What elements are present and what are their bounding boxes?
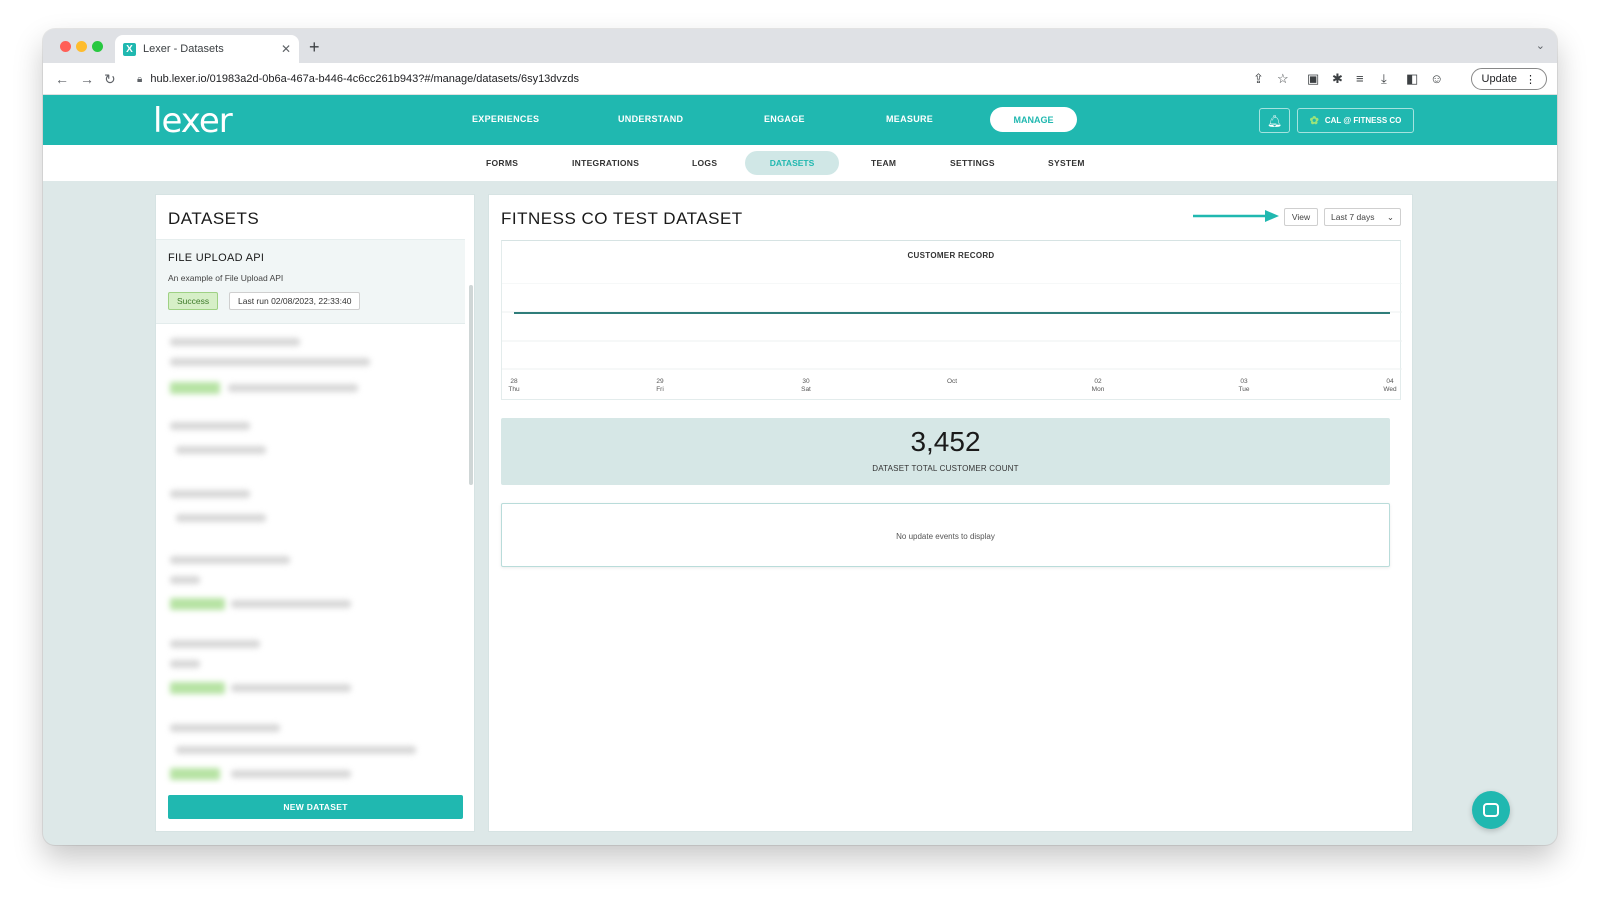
manage-sub-nav: FORMS INTEGRATIONS LOGS DATASETS TEAM SE… xyxy=(43,145,1557,181)
x-tick-label: 03 xyxy=(1240,378,1248,385)
bookmark-star-icon[interactable]: ☆ xyxy=(1277,71,1289,87)
close-window-button[interactable] xyxy=(60,41,71,52)
account-button[interactable]: ✿ CAL @ FITNESS CO xyxy=(1297,108,1414,133)
no-events-message: No update events to display xyxy=(896,532,995,541)
dataset-list-item[interactable] xyxy=(156,332,465,412)
subnav-forms[interactable]: FORMS xyxy=(486,158,518,168)
date-range-select[interactable]: Last 7 days ⌄ xyxy=(1324,208,1401,226)
x-tick-label: 04 xyxy=(1386,378,1394,385)
chart-title: CUSTOMER RECORD xyxy=(907,251,995,260)
last-run-badge: Last run 02/08/2023, 22:33:40 xyxy=(229,292,361,310)
datasets-list-scrollbar[interactable] xyxy=(469,285,473,485)
account-avatar-icon: ✿ xyxy=(1309,115,1319,127)
profile-avatar-icon[interactable]: ☺ xyxy=(1430,71,1443,86)
side-panel-icon[interactable]: ◧ xyxy=(1406,71,1418,87)
lexer-logo[interactable]: lexer xyxy=(153,101,233,141)
x-tick-weekday: Tue xyxy=(1239,386,1250,393)
browser-tab[interactable]: X Lexer - Datasets ✕ xyxy=(115,35,299,63)
forward-arrow-icon[interactable]: → xyxy=(80,71,94,87)
subnav-system[interactable]: SYSTEM xyxy=(1048,158,1085,168)
new-dataset-button[interactable]: NEW DATASET xyxy=(168,795,463,819)
customer-record-chart: CUSTOMER RECORD 28 Thu 29 Fri 30 Sat Oct 02 Mon 0… xyxy=(501,240,1402,400)
x-tick-weekday: Fri xyxy=(656,386,664,393)
maximize-window-button[interactable] xyxy=(92,41,103,52)
app-header: lexer EXPERIENCES UNDERSTAND ENGAGE MEAS… xyxy=(43,95,1557,145)
x-tick-label: Oct xyxy=(947,378,957,385)
update-events-card: No update events to display xyxy=(501,503,1390,567)
view-button[interactable]: View xyxy=(1284,208,1318,226)
lexer-favicon-icon: X xyxy=(123,42,136,56)
address-bar: ← → ↻ 🔒︎ hub.lexer.io/01983a2d-0b6a-467a… xyxy=(43,63,1557,95)
x-tick-weekday: Thu xyxy=(508,386,520,393)
nav-measure[interactable]: MEASURE xyxy=(886,114,933,124)
total-count-value: 3,452 xyxy=(910,426,981,457)
subnav-datasets[interactable]: DATASETS xyxy=(745,151,839,175)
share-icon[interactable]: ⇪ xyxy=(1253,71,1264,87)
x-tick-label: 30 xyxy=(802,378,810,385)
datasets-list: FILE UPLOAD API An example of File Uploa… xyxy=(156,239,465,785)
dataset-list-item[interactable] xyxy=(156,550,465,630)
dataset-list-item[interactable] xyxy=(156,718,465,785)
bell-icon: 🔔︎ xyxy=(1266,113,1283,128)
status-badge: Success xyxy=(168,292,219,310)
extension-f-icon[interactable]: ▣ xyxy=(1307,71,1319,87)
reading-list-icon[interactable]: ≡ xyxy=(1356,71,1364,86)
subnav-integrations[interactable]: INTEGRATIONS xyxy=(572,158,639,168)
dataset-list-item[interactable] xyxy=(156,634,465,714)
nav-experiences[interactable]: EXPERIENCES xyxy=(472,114,539,124)
url-field[interactable]: 🔒︎ hub.lexer.io/01983a2d-0b6a-467a-b446-… xyxy=(131,68,1251,90)
datasets-panel: DATASETS FILE UPLOAD API An example of F… xyxy=(155,194,475,832)
update-button[interactable]: Update ⋮ xyxy=(1470,68,1547,90)
nav-understand[interactable]: UNDERSTAND xyxy=(618,114,683,124)
total-count-label: DATASET TOTAL CUSTOMER COUNT xyxy=(872,464,1019,473)
datasets-panel-title: DATASETS xyxy=(168,209,260,228)
x-tick-weekday: Mon xyxy=(1092,386,1105,393)
x-tick-label: 28 xyxy=(510,378,518,385)
account-name: CAL @ FITNESS CO xyxy=(1324,116,1402,125)
dataset-item-title: FILE UPLOAD API xyxy=(168,252,265,264)
subnav-logs[interactable]: LOGS xyxy=(692,158,717,168)
subnav-team[interactable]: TEAM xyxy=(871,158,896,168)
browser-window: X Lexer - Datasets ✕ + ⌄ ← → ↻ 🔒︎ hub.le… xyxy=(43,29,1557,845)
x-tick-weekday: Sat xyxy=(801,386,811,393)
update-label: Update xyxy=(1481,73,1517,85)
x-tick-label: 02 xyxy=(1094,378,1102,385)
dataset-list-item[interactable] xyxy=(156,416,465,486)
new-tab-button[interactable]: + xyxy=(309,37,320,58)
tab-strip: X Lexer - Datasets ✕ + ⌄ xyxy=(43,29,1557,63)
date-range-value: Last 7 days xyxy=(1331,212,1375,222)
back-arrow-icon[interactable]: ← xyxy=(55,71,69,87)
dataset-item-description: An example of File Upload API xyxy=(168,273,284,283)
url-text: hub.lexer.io/01983a2d-0b6a-467a-b446-4c6… xyxy=(150,73,580,85)
dataset-detail-panel: FITNESS CO TEST DATASET View Last 7 days… xyxy=(488,194,1413,832)
notifications-button[interactable]: 🔔︎ xyxy=(1259,108,1290,133)
dataset-list-item[interactable] xyxy=(156,484,465,554)
lock-icon[interactable]: 🔒︎ xyxy=(137,74,142,85)
close-tab-icon[interactable]: ✕ xyxy=(281,42,291,56)
nav-manage[interactable]: MANAGE xyxy=(990,107,1077,132)
x-tick-label: 29 xyxy=(656,378,664,385)
tab-search-chevron-icon[interactable]: ⌄ xyxy=(1536,39,1545,52)
x-tick-weekday: Wed xyxy=(1383,386,1397,393)
chat-bubble-icon xyxy=(1483,803,1499,817)
subnav-settings[interactable]: SETTINGS xyxy=(950,158,995,168)
dataset-title: FITNESS CO TEST DATASET xyxy=(501,209,743,228)
minimize-window-button[interactable] xyxy=(76,41,87,52)
reload-icon[interactable]: ↻ xyxy=(104,71,116,88)
tab-title: Lexer - Datasets xyxy=(143,43,224,55)
total-count-card: 3,452 DATASET TOTAL CUSTOMER COUNT xyxy=(501,418,1390,485)
chevron-down-icon: ⌄ xyxy=(1386,211,1394,222)
kebab-menu-icon: ⋮ xyxy=(1525,73,1536,86)
line-chart: 28Thu 29Fri 30Sat Oct 02Mon 03Tue 04Wed xyxy=(502,283,1402,393)
dataset-list-item-selected[interactable]: FILE UPLOAD API An example of File Uploa… xyxy=(156,240,465,324)
chat-support-button[interactable] xyxy=(1472,791,1510,829)
arrow-pointer-icon xyxy=(1193,210,1279,222)
download-icon[interactable]: ⤓ xyxy=(1381,71,1387,87)
nav-engage[interactable]: ENGAGE xyxy=(764,114,805,124)
extensions-puzzle-icon[interactable]: ✱ xyxy=(1332,71,1343,87)
